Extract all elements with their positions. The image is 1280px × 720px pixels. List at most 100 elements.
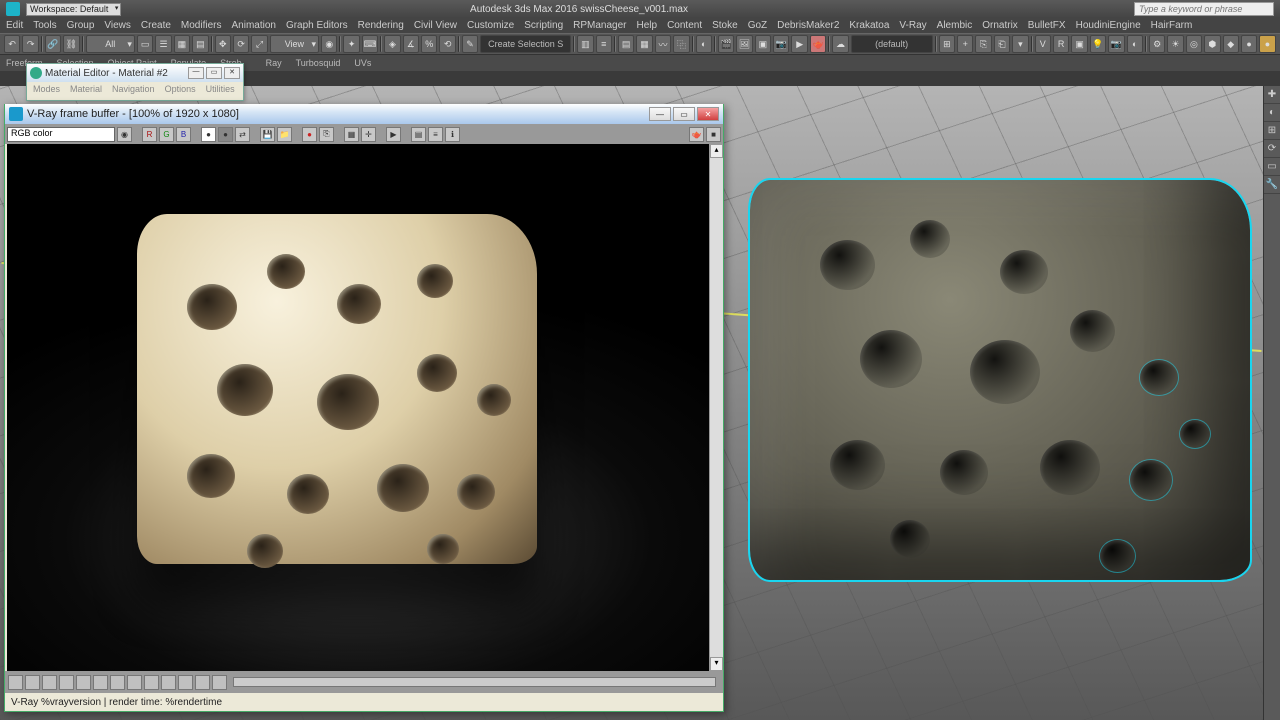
vray-frame-buffer-window[interactable]: V-Ray frame buffer - [100% of 1920 x 108… bbox=[4, 104, 724, 712]
workspace-selector[interactable]: Workspace: Default bbox=[26, 3, 121, 16]
render-output-view[interactable] bbox=[7, 144, 709, 671]
color-correct-button[interactable] bbox=[8, 675, 23, 690]
hierarchy-tab[interactable]: ⊞ bbox=[1264, 122, 1280, 140]
toggle-ribbon-button[interactable]: ▦ bbox=[636, 35, 652, 53]
ribbon-tab[interactable]: Turbosquid bbox=[296, 58, 341, 68]
menu-item[interactable]: HoudiniEngine bbox=[1076, 20, 1141, 31]
levels-button[interactable] bbox=[42, 675, 57, 690]
edit-named-sel-button[interactable]: ✎ bbox=[462, 35, 478, 53]
exposure-button[interactable] bbox=[25, 675, 40, 690]
menu-item[interactable]: Civil View bbox=[414, 20, 457, 31]
outliner-button[interactable]: ⊞ bbox=[939, 35, 955, 53]
state-sets-button[interactable]: ▣ bbox=[755, 35, 771, 53]
menu-item[interactable]: Content bbox=[667, 20, 702, 31]
region-button[interactable]: ▦ bbox=[344, 127, 359, 142]
save-button[interactable]: 💾 bbox=[260, 127, 275, 142]
close-button[interactable]: ✕ bbox=[224, 67, 240, 79]
schematic-view-button[interactable]: ⿻ bbox=[673, 35, 689, 53]
icc-button[interactable] bbox=[76, 675, 91, 690]
curve-button[interactable] bbox=[59, 675, 74, 690]
alpha-button[interactable]: ● bbox=[201, 127, 216, 142]
render-setup-button[interactable]: 🎬 bbox=[718, 35, 734, 53]
menu-item[interactable]: Edit bbox=[6, 20, 23, 31]
curve-editor-button[interactable]: 〰 bbox=[655, 35, 671, 53]
pixel-info-button[interactable]: ℹ bbox=[445, 127, 460, 142]
scroll-up-button[interactable]: ▴ bbox=[710, 144, 723, 158]
align-button[interactable]: ≡ bbox=[596, 35, 612, 53]
menu-item[interactable]: BulletFX bbox=[1028, 20, 1066, 31]
window-crossing-button[interactable]: ▤ bbox=[192, 35, 208, 53]
ribbon-tab[interactable]: UVs bbox=[354, 58, 371, 68]
select-region-button[interactable]: ▦ bbox=[174, 35, 190, 53]
spinner-snap-button[interactable]: ⟲ bbox=[439, 35, 455, 53]
menu-item[interactable]: Customize bbox=[467, 20, 514, 31]
menu-item[interactable]: Material bbox=[70, 84, 102, 94]
material-editor-window[interactable]: Material Editor - Material #2 — ▭ ✕ Mode… bbox=[26, 63, 244, 101]
red-channel-button[interactable]: R bbox=[142, 127, 157, 142]
plugin-button[interactable]: ● bbox=[1241, 35, 1257, 53]
menu-item[interactable]: Group bbox=[67, 20, 95, 31]
camera-sequencer-button[interactable]: 📷 bbox=[773, 35, 789, 53]
copy-button[interactable]: ⎘ bbox=[319, 127, 334, 142]
minimize-button[interactable]: — bbox=[649, 107, 671, 121]
menu-item[interactable]: Stoke bbox=[712, 20, 738, 31]
menu-item[interactable]: Alembic bbox=[937, 20, 973, 31]
menu-item[interactable]: Scripting bbox=[524, 20, 563, 31]
menu-item[interactable]: Views bbox=[104, 20, 131, 31]
plugin-button[interactable]: ⬢ bbox=[1204, 35, 1220, 53]
mirror-button[interactable]: ▥ bbox=[577, 35, 593, 53]
rendered-frame-button[interactable]: 🖼 bbox=[736, 35, 752, 53]
menu-item[interactable]: V-Ray bbox=[899, 20, 926, 31]
minimize-button[interactable]: — bbox=[188, 67, 204, 79]
move-button[interactable]: ✥ bbox=[215, 35, 231, 53]
stop-button[interactable]: ■ bbox=[706, 127, 721, 142]
percent-snap-button[interactable]: % bbox=[421, 35, 437, 53]
show-corrections-button[interactable]: ▤ bbox=[411, 127, 426, 142]
bloom-button[interactable] bbox=[178, 675, 193, 690]
green-channel-button[interactable]: G bbox=[159, 127, 174, 142]
manipulate-button[interactable]: ✦ bbox=[343, 35, 359, 53]
maximize-button[interactable]: ▭ bbox=[673, 107, 695, 121]
create-tab[interactable]: ✚ bbox=[1264, 86, 1280, 104]
plugin-button[interactable]: ◎ bbox=[1186, 35, 1202, 53]
link-button[interactable]: 🔗 bbox=[45, 35, 61, 53]
vfb-vscrollbar[interactable]: ▴ ▾ bbox=[709, 144, 723, 671]
vray-rt-button[interactable]: R bbox=[1053, 35, 1069, 53]
menu-item[interactable]: GoZ bbox=[748, 20, 767, 31]
selection-filter[interactable]: All bbox=[86, 35, 135, 53]
plugin-button[interactable]: ◆ bbox=[1223, 35, 1239, 53]
menu-item[interactable]: Rendering bbox=[358, 20, 404, 31]
redo-button[interactable]: ↷ bbox=[22, 35, 38, 53]
blue-channel-button[interactable]: B bbox=[176, 127, 191, 142]
menu-item[interactable]: Utilities bbox=[206, 84, 235, 94]
maximize-button[interactable]: ▭ bbox=[206, 67, 222, 79]
scale-button[interactable]: ⤢ bbox=[251, 35, 267, 53]
menu-item[interactable]: Animation bbox=[231, 20, 275, 31]
plugin-button[interactable]: ● bbox=[1259, 35, 1275, 53]
menu-item[interactable]: Tools bbox=[33, 20, 56, 31]
menu-item[interactable]: DebrisMaker2 bbox=[777, 20, 839, 31]
menu-item[interactable]: Options bbox=[165, 84, 196, 94]
render-last-button[interactable]: 🫖 bbox=[689, 127, 704, 142]
unlink-button[interactable]: ⛓ bbox=[63, 35, 79, 53]
utilities-tab[interactable]: 🔧 bbox=[1264, 176, 1280, 194]
menu-item[interactable]: Krakatoa bbox=[849, 20, 889, 31]
clear-button[interactable]: ● bbox=[302, 127, 317, 142]
ribbon-tab[interactable]: Ray bbox=[266, 58, 282, 68]
ocio-button[interactable] bbox=[110, 675, 125, 690]
vfb-titlebar[interactable]: V-Ray frame buffer - [100% of 1920 x 108… bbox=[5, 104, 723, 124]
load-button[interactable]: 📁 bbox=[277, 127, 292, 142]
menu-item[interactable]: Modifiers bbox=[181, 20, 222, 31]
stamp-button[interactable] bbox=[161, 675, 176, 690]
channel-selector[interactable]: RGB color bbox=[7, 127, 115, 142]
vray-light-button[interactable]: 💡 bbox=[1090, 35, 1106, 53]
viewport-object-cheese[interactable] bbox=[740, 160, 1260, 640]
snap-toggle[interactable]: ◈ bbox=[384, 35, 400, 53]
switch-button[interactable]: ⇄ bbox=[235, 127, 250, 142]
display-tab[interactable]: ▭ bbox=[1264, 158, 1280, 176]
track-mouse-button[interactable]: ✛ bbox=[361, 127, 376, 142]
ref-coord-dropdown[interactable]: View bbox=[270, 35, 319, 53]
menu-item[interactable]: Create bbox=[141, 20, 171, 31]
plugin-button[interactable]: ⚙ bbox=[1149, 35, 1165, 53]
menu-item[interactable]: Graph Editors bbox=[286, 20, 348, 31]
